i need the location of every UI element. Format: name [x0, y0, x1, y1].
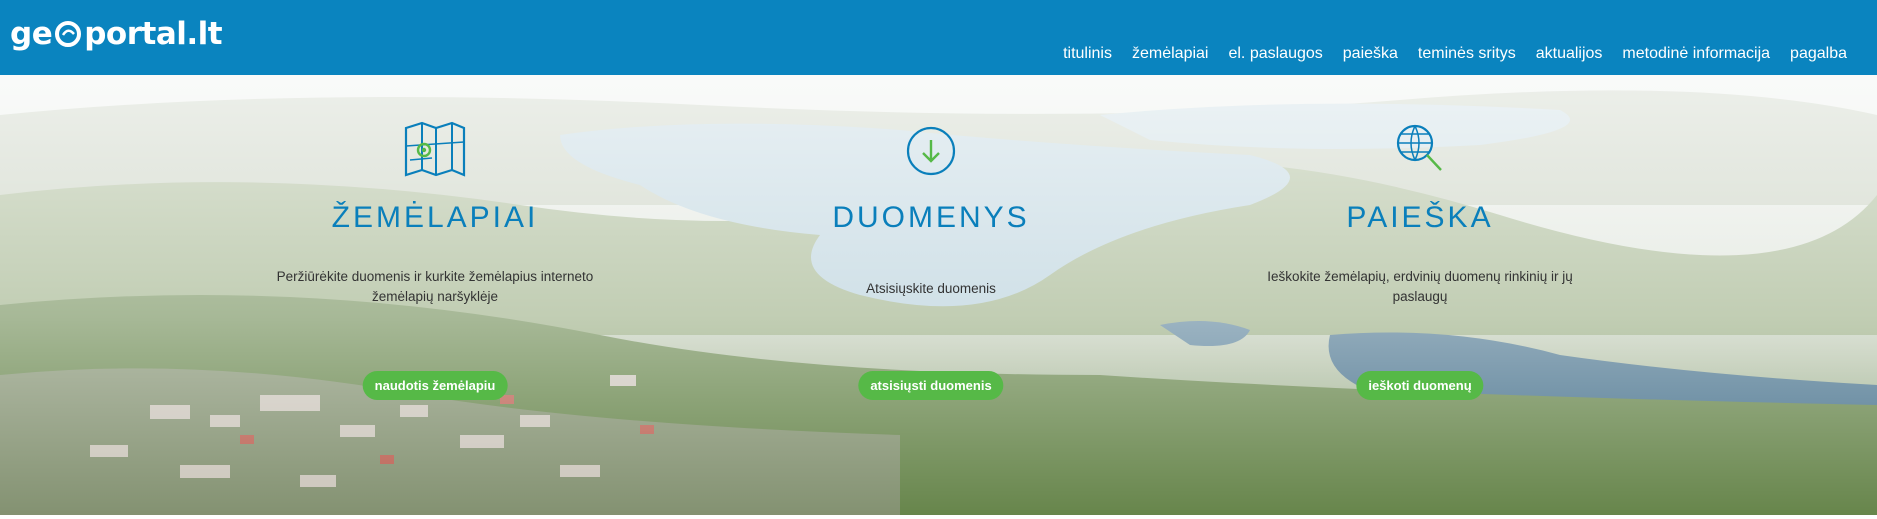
hero-bottom-divider: [0, 515, 1877, 519]
feature-title: DUOMENYS: [832, 201, 1030, 234]
feature-title: ŽEMĖLAPIAI: [331, 201, 539, 234]
logo-text-left: ge: [10, 16, 53, 52]
feature-description: Atsisiųskite duomenis: [866, 281, 996, 296]
search-data-button[interactable]: ieškoti duomenų: [1356, 371, 1484, 400]
search-globe-icon: [1396, 124, 1442, 171]
download-data-button[interactable]: atsisiųsti duomenis: [858, 371, 1004, 400]
logo-text-right: portal.lt: [84, 16, 223, 52]
download-icon: [906, 126, 956, 176]
feature-description: Ieškokite žemėlapių, erdvinių duomenų ri…: [1267, 269, 1573, 304]
hero-section: ŽEMĖLAPIAI Peržiūrėkite duomenis ir kurk…: [0, 75, 1877, 515]
site-logo[interactable]: ge portal.lt: [10, 12, 223, 56]
use-map-button[interactable]: naudotis žemėlapiu: [362, 371, 508, 400]
feature-title: PAIEŠKA: [1346, 201, 1494, 234]
logo-globe-icon: [55, 21, 82, 47]
map-icon: [404, 121, 466, 177]
site-header: ge portal.lt titulinis žemėlapiai el. pa…: [0, 0, 1877, 82]
feature-description: Peržiūrėkite duomenis ir kurkite žemėlap…: [276, 269, 594, 304]
